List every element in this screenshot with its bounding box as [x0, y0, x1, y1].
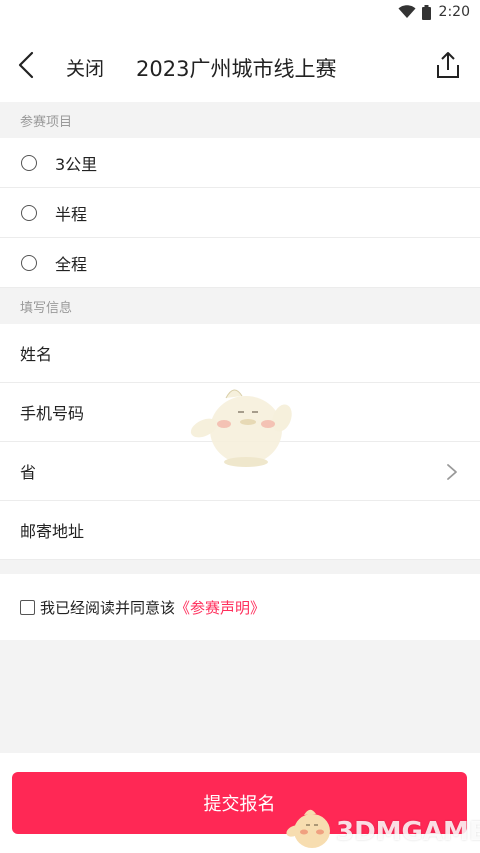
event-option-label: 半程 [55, 204, 88, 224]
back-arrow-icon[interactable] [14, 50, 40, 80]
agreement-checkbox[interactable] [20, 599, 35, 615]
title-bar: 关闭 2023广州城市线上赛 [0, 24, 480, 102]
close-button[interactable]: 关闭 [66, 54, 104, 81]
name-field[interactable]: 姓名 [0, 324, 480, 383]
page-title: 2023广州城市线上赛 [136, 57, 337, 81]
section-header-event-items: 参赛项目 [0, 102, 480, 138]
share-icon[interactable] [434, 50, 462, 80]
event-option-3km[interactable]: 3公里 [0, 138, 480, 188]
watermark-mascot-icon [286, 803, 340, 851]
radio-button[interactable] [21, 254, 37, 271]
battery-icon [421, 4, 431, 20]
province-label: 省 [20, 463, 37, 482]
event-option-label: 3公里 [55, 154, 98, 174]
radio-button[interactable] [21, 204, 37, 221]
status-time: 2:20 [438, 4, 470, 20]
mascot-icon [186, 378, 296, 473]
event-option-half[interactable]: 半程 [0, 188, 480, 238]
event-option-label: 全程 [55, 254, 88, 274]
agreement-row: 我已经阅读并同意该 《参赛声明》 [0, 574, 480, 640]
radio-button[interactable] [21, 154, 37, 171]
chevron-right-icon [446, 462, 458, 482]
agreement-link[interactable]: 《参赛声明》 [175, 597, 265, 618]
address-field[interactable]: 邮寄地址 [0, 501, 480, 560]
wifi-icon [398, 5, 416, 19]
status-bar: 2:20 [0, 0, 480, 24]
agreement-text: 我已经阅读并同意该 [40, 598, 176, 617]
event-option-full[interactable]: 全程 [0, 238, 480, 288]
section-header-info: 填写信息 [0, 288, 480, 324]
watermark-text: 3DMGAME [336, 817, 480, 847]
